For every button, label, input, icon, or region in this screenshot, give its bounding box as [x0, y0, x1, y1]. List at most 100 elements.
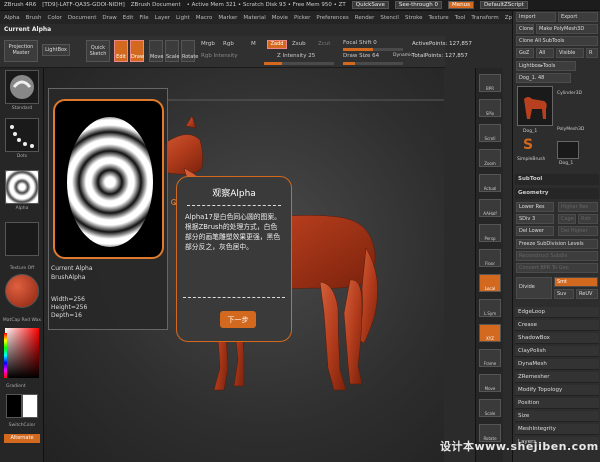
menu-macro[interactable]: Macro: [196, 15, 213, 21]
menu-color[interactable]: Color: [48, 15, 62, 21]
make-polymesh-button[interactable]: Make PolyMesh3D: [536, 24, 598, 34]
menu-layer[interactable]: Layer: [155, 15, 170, 21]
tool-dog-small-thumbnail[interactable]: [557, 141, 579, 159]
z-intensity-track[interactable]: [264, 62, 334, 65]
lightbox-tools-button[interactable]: Lightbox▸Tools: [516, 61, 576, 71]
reconstruct-subdiv-button[interactable]: Reconstruct Subdiv: [516, 251, 598, 261]
subtool-header[interactable]: SubTool: [515, 174, 599, 185]
stroke-thumbnail[interactable]: [5, 118, 39, 152]
menu-tool[interactable]: Tool: [455, 15, 466, 21]
rgb-intensity-slider[interactable]: Rgb Intensity: [201, 53, 238, 59]
menu-brush[interactable]: Brush: [26, 15, 42, 21]
simplebrush-icon[interactable]: S: [523, 137, 543, 155]
clone-all-button[interactable]: Clone All SubTools: [516, 36, 598, 46]
menu-stroke[interactable]: Stroke: [405, 15, 423, 21]
zsub-button[interactable]: Zsub: [292, 41, 306, 47]
sdiv-slider[interactable]: SDiv 3: [516, 214, 554, 224]
view-bpr-button[interactable]: BPR: [479, 74, 501, 92]
switchcolor-button[interactable]: SwitchColor: [0, 423, 44, 428]
suv-button[interactable]: Suv: [554, 289, 574, 299]
all-button[interactable]: All: [536, 48, 554, 58]
draw-button[interactable]: Draw: [130, 40, 144, 62]
menu-marker[interactable]: Marker: [218, 15, 237, 21]
texture-thumbnail[interactable]: [5, 222, 39, 256]
projection-master-button[interactable]: Projection Master: [4, 40, 38, 62]
main-color-swatch[interactable]: [6, 394, 22, 418]
move-button[interactable]: Move: [149, 40, 163, 62]
smt-button[interactable]: Smt: [554, 277, 598, 287]
edit-button[interactable]: Edit: [114, 40, 128, 62]
mrgb-button[interactable]: Mrgb: [201, 41, 215, 47]
quicksave-button[interactable]: QuickSave: [351, 1, 389, 9]
alpha-thumbnail[interactable]: [5, 170, 39, 204]
next-step-button[interactable]: 下一步: [220, 311, 256, 328]
menu-light[interactable]: Light: [176, 15, 190, 21]
higher-res-button[interactable]: Higher Res: [558, 202, 598, 212]
view-aahalf-button[interactable]: AAHalf: [479, 199, 501, 217]
zadd-button[interactable]: Zadd: [267, 40, 287, 49]
draw-size-slider[interactable]: Draw Size 64: [343, 53, 379, 59]
focal-shift-track[interactable]: [343, 48, 403, 51]
secondary-color-swatch[interactable]: [22, 394, 38, 418]
view-actual-button[interactable]: Actual: [479, 174, 501, 192]
menu-draw[interactable]: Draw: [102, 15, 116, 21]
r-button[interactable]: R: [586, 48, 598, 58]
subpalette-position[interactable]: Position: [515, 398, 599, 409]
geometry-header[interactable]: Geometry: [515, 188, 599, 199]
reuv-button[interactable]: ReUV: [576, 289, 598, 299]
cage-button[interactable]: Cage: [558, 214, 576, 224]
seethrough-slider[interactable]: See-through 0: [394, 1, 442, 9]
lightbox-button[interactable]: LightBox: [42, 44, 70, 56]
menu-edit[interactable]: Edit: [123, 15, 134, 21]
view-scale-button[interactable]: Scale: [479, 399, 501, 417]
menu-preferences[interactable]: Preferences: [316, 15, 348, 21]
del-higher-button[interactable]: Del Higher: [558, 226, 598, 236]
subpalette-size[interactable]: Size: [515, 411, 599, 422]
scale-button[interactable]: Scale: [165, 40, 179, 62]
menu-picker[interactable]: Picker: [294, 15, 310, 21]
tool-name[interactable]: Dog_1. 48: [516, 73, 571, 83]
subpalette-edgeloop[interactable]: EdgeLoop: [515, 307, 599, 318]
visible-button[interactable]: Visible: [556, 48, 584, 58]
menu-texture[interactable]: Texture: [429, 15, 449, 21]
dynamic-button[interactable]: Dynamic: [393, 53, 413, 58]
rotate-button[interactable]: Rotate: [181, 40, 198, 62]
tool-cylinder-label[interactable]: Cylinder3D: [557, 91, 582, 96]
tool-dog-thumbnail[interactable]: [517, 86, 553, 126]
menu-movie[interactable]: Movie: [272, 15, 288, 21]
lower-res-button[interactable]: Lower Res: [516, 202, 554, 212]
view-persp-button[interactable]: Persp: [479, 224, 501, 242]
clone-button[interactable]: Clone: [516, 24, 534, 34]
m-button[interactable]: M: [251, 41, 256, 47]
subpalette-modify-topology[interactable]: Modify Topology: [515, 385, 599, 396]
rgb-button[interactable]: Rgb: [223, 41, 234, 47]
menu-file[interactable]: File: [139, 15, 148, 21]
menu-alpha[interactable]: Alpha: [4, 15, 20, 21]
alternate-button[interactable]: Alternate: [4, 434, 40, 443]
view-spix-button[interactable]: SPix: [479, 99, 501, 117]
menu-stencil[interactable]: Stencil: [380, 15, 399, 21]
focal-shift-slider[interactable]: Focal Shift 0: [343, 40, 377, 46]
color-picker[interactable]: [5, 328, 39, 378]
view-move-button[interactable]: Move: [479, 374, 501, 392]
view-floor-button[interactable]: Floor: [479, 249, 501, 267]
menu-material[interactable]: Material: [243, 15, 265, 21]
hue-strip[interactable]: [4, 333, 7, 378]
tool-polymesh-label[interactable]: PolyMesh3D: [557, 127, 584, 132]
menu-render[interactable]: Render: [355, 15, 375, 21]
del-lower-button[interactable]: Del Lower: [516, 226, 554, 236]
menu-transform[interactable]: Transform: [471, 15, 498, 21]
convert-bpr-button[interactable]: Convert BPR To Geo: [516, 263, 598, 273]
freeze-subdiv-button[interactable]: Freeze SubDivision Levels: [516, 239, 598, 249]
view-scroll-button[interactable]: Scroll: [479, 124, 501, 142]
divide-button[interactable]: Divide: [516, 277, 552, 299]
z-intensity-slider[interactable]: Z Intensity 25: [277, 53, 315, 59]
view-xyz-button[interactable]: XYZ: [479, 324, 501, 342]
subpalette-claypolish[interactable]: ClayPolish: [515, 346, 599, 357]
draw-size-track[interactable]: [343, 62, 403, 65]
subpalette-shadowbox[interactable]: ShadowBox: [515, 333, 599, 344]
material-thumbnail[interactable]: [5, 274, 39, 308]
subpalette-crease[interactable]: Crease: [515, 320, 599, 331]
brush-thumbnail[interactable]: [5, 70, 39, 104]
quick-sketch-button[interactable]: Quick Sketch: [86, 40, 110, 62]
